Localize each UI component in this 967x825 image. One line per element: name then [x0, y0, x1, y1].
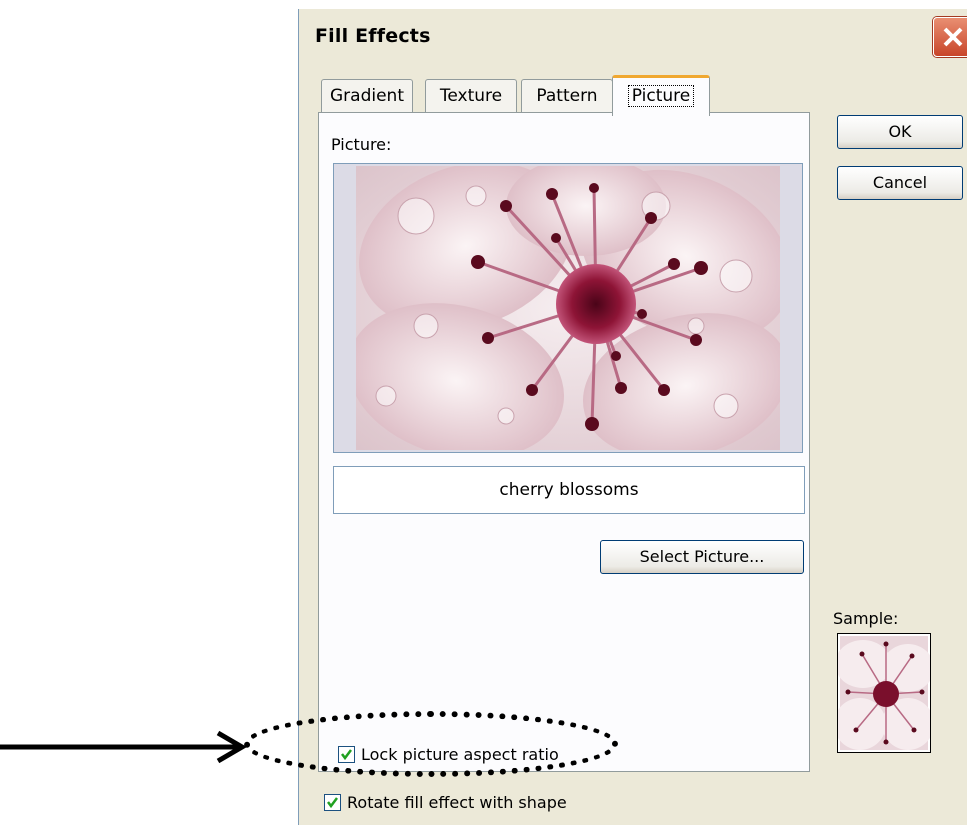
title-bar: Fill Effects	[299, 9, 967, 61]
picture-preview	[333, 163, 803, 453]
rotate-fill-label: Rotate fill effect with shape	[347, 793, 567, 812]
tab-picture-label: Picture	[627, 85, 695, 107]
picture-name-field: cherry blossoms	[333, 466, 805, 514]
sample-label: Sample:	[833, 609, 899, 628]
rotate-fill-checkbox[interactable]	[324, 794, 341, 811]
sample-flower-image	[834, 636, 934, 750]
tab-texture[interactable]: Texture	[425, 79, 517, 113]
fill-effects-dialog: Fill Effects Gradient Texture Pattern Pi…	[298, 9, 967, 825]
tab-picture[interactable]: Picture	[612, 75, 710, 116]
sample-preview	[834, 633, 934, 753]
annotation-dotted-ellipse	[244, 711, 618, 777]
cancel-button[interactable]: Cancel	[837, 166, 963, 200]
annotation-arrow-icon	[0, 730, 247, 764]
checkmark-icon	[327, 797, 338, 809]
tab-pattern[interactable]: Pattern	[521, 79, 613, 113]
picture-tab-panel: Picture: cherry blossoms Select Picture.…	[318, 112, 810, 772]
close-icon	[943, 27, 963, 47]
cherry-blossom-image	[356, 166, 780, 450]
close-button[interactable]	[933, 17, 967, 57]
select-picture-button[interactable]: Select Picture...	[600, 540, 804, 574]
dialog-title: Fill Effects	[315, 25, 431, 47]
picture-label: Picture:	[331, 135, 392, 154]
ok-button[interactable]: OK	[837, 115, 963, 149]
tab-gradient[interactable]: Gradient	[321, 79, 413, 113]
